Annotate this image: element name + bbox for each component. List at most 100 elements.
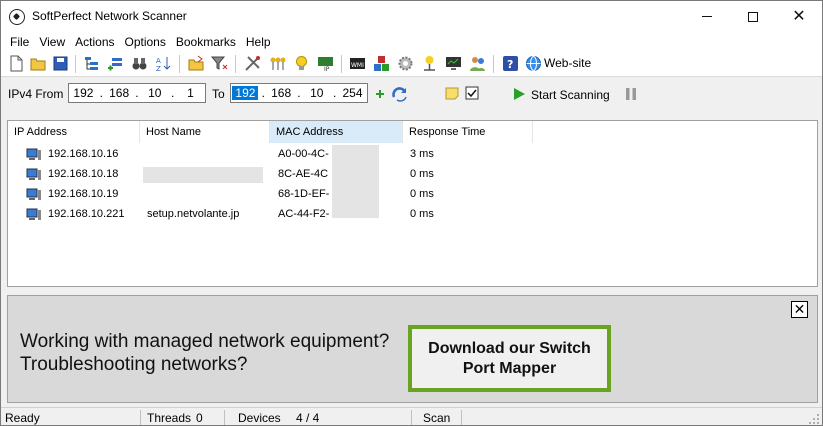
status-ready: Ready — [5, 411, 40, 425]
toolbar-separator — [493, 55, 494, 73]
ad-banner: Working with managed network equipment? … — [7, 295, 818, 403]
ip-from-octet-4[interactable]: 1 — [177, 86, 203, 100]
column-header-response-time[interactable]: Response Time — [403, 121, 533, 143]
response-time-cell: 3 ms — [410, 148, 434, 160]
close-icon: ✕ — [792, 7, 806, 25]
start-play-icon[interactable] — [513, 87, 526, 101]
status-devices-label: Devices — [238, 411, 281, 425]
mac-address-cell: 68-1D-EF- — [278, 188, 330, 200]
push-pins-icon[interactable] — [269, 55, 286, 72]
website-link[interactable]: Web-site — [544, 56, 591, 70]
toolbar-separator — [179, 55, 180, 73]
svg-text:Z: Z — [156, 65, 161, 72]
resize-grip-icon[interactable] — [809, 414, 820, 425]
ipv4-from-label: IPv4 From — [8, 87, 64, 101]
response-time-cell: 0 ms — [410, 188, 434, 200]
ip-address-cell: 192.168.10.19 — [48, 188, 119, 200]
minimize-icon — [702, 16, 712, 17]
ip-to-input[interactable]: 192. 168. 10. 254 — [230, 83, 368, 103]
checkbox-icon[interactable] — [465, 86, 479, 100]
column-header-ip-address[interactable]: IP Address — [8, 121, 140, 143]
new-file-icon[interactable] — [8, 55, 25, 72]
computer-icon — [26, 188, 41, 200]
minimize-button[interactable] — [684, 1, 730, 32]
ip-to-octet-3[interactable]: 10 — [304, 86, 330, 100]
svg-text:IP: IP — [324, 66, 330, 72]
help-icon[interactable]: ? — [502, 55, 519, 72]
app-window: SoftPerfect Network Scanner ✕ File View … — [0, 0, 823, 426]
monitor-graph-icon[interactable] — [445, 55, 462, 72]
ip-to-octet-2[interactable]: 168 — [268, 86, 294, 100]
settings-gear-icon[interactable] — [397, 55, 414, 72]
users-icon[interactable] — [469, 55, 486, 72]
table-row[interactable]: 192.168.10.18 8C-AE-4C 0 ms — [8, 165, 817, 185]
ip-address-cell: 192.168.10.16 — [48, 148, 119, 160]
maximize-button[interactable] — [730, 1, 776, 32]
pause-icon[interactable] — [625, 87, 637, 101]
computer-icon — [26, 148, 41, 160]
results-table[interactable]: IP Address Host Name MAC Address Respons… — [7, 120, 818, 287]
redacted-mac-suffix — [332, 145, 379, 218]
ip-chip-icon[interactable]: IP — [317, 55, 334, 72]
list-add-icon[interactable] — [107, 55, 124, 72]
soccer-ball-app-icon — [9, 9, 25, 25]
tree-view-icon[interactable] — [83, 55, 100, 72]
host-name-cell: setup.netvolante.jp — [147, 208, 240, 220]
ip-from-octet-2[interactable]: 168 — [106, 86, 132, 100]
folder-export-icon[interactable] — [188, 55, 205, 72]
menu-options[interactable]: Options — [120, 35, 171, 49]
download-switch-port-mapper-button[interactable]: Download our Switch Port Mapper — [408, 325, 611, 392]
svg-text:?: ? — [507, 58, 513, 71]
mac-address-cell: 8C-AE-4C — [278, 168, 329, 180]
blocks-icon[interactable] — [373, 55, 390, 72]
toolbar-separator — [341, 55, 342, 73]
menu-actions[interactable]: Actions — [70, 35, 119, 49]
menu-file[interactable]: File — [5, 35, 34, 49]
filter-icon[interactable] — [211, 55, 228, 72]
menu-help[interactable]: Help — [241, 35, 276, 49]
wmi-icon[interactable]: WMI — [349, 55, 366, 72]
table-row[interactable]: 192.168.10.16 A0-00-4C- 3 ms — [8, 145, 817, 165]
column-header-mac-address[interactable]: MAC Address — [270, 121, 403, 143]
ip-to-octet-1[interactable]: 192 — [232, 86, 259, 100]
ip-from-input[interactable]: 192. 168. 10. 1 — [68, 83, 206, 103]
tools-icon[interactable] — [244, 55, 261, 72]
svg-text:A: A — [156, 57, 161, 65]
status-scan: Scan — [423, 411, 451, 425]
response-time-cell: 0 ms — [410, 168, 434, 180]
response-time-cell: 0 ms — [410, 208, 434, 220]
menu-bookmarks[interactable]: Bookmarks — [171, 35, 241, 49]
ip-to-octet-4[interactable]: 254 — [339, 86, 365, 100]
window-title: SoftPerfect Network Scanner — [32, 9, 187, 23]
sticky-note-icon[interactable] — [445, 87, 459, 100]
redacted-host-name — [143, 167, 263, 183]
status-bar: Ready Threads 0 Devices 4 / 4 Scan — [1, 407, 822, 425]
menu-view[interactable]: View — [34, 35, 70, 49]
column-header-host-name[interactable]: Host Name — [140, 121, 270, 143]
network-lamp-icon[interactable] — [421, 55, 438, 72]
binoculars-icon[interactable] — [131, 55, 148, 72]
close-button[interactable]: ✕ — [776, 1, 822, 32]
lightbulb-icon[interactable] — [293, 55, 310, 72]
ip-address-cell: 192.168.10.221 — [48, 208, 125, 220]
ip-from-octet-3[interactable]: 10 — [142, 86, 168, 100]
sort-az-icon[interactable]: AZ — [155, 55, 172, 72]
globe-icon[interactable] — [525, 55, 542, 72]
save-icon[interactable] — [52, 55, 69, 72]
ip-from-octet-1[interactable]: 192 — [70, 86, 96, 100]
auto-detect-range-icon[interactable] — [391, 85, 409, 103]
start-scanning-button[interactable]: Start Scanning — [531, 88, 610, 102]
add-range-icon[interactable] — [375, 89, 385, 99]
ipv4-to-label: To — [212, 87, 225, 101]
title-bar: SoftPerfect Network Scanner ✕ — [1, 1, 822, 32]
ad-close-button[interactable]: ✕ — [791, 301, 808, 318]
mac-address-cell: A0-00-4C- — [278, 148, 329, 160]
toolbar-separator — [235, 55, 236, 73]
ad-text: Working with managed network equipment? … — [20, 331, 390, 375]
table-row[interactable]: 192.168.10.221 setup.netvolante.jp AC-44… — [8, 205, 817, 225]
status-devices-value: 4 / 4 — [296, 411, 320, 425]
mac-address-cell: AC-44-F2- — [278, 208, 330, 220]
computer-icon — [26, 208, 41, 220]
table-row[interactable]: 192.168.10.19 68-1D-EF- 0 ms — [8, 185, 817, 205]
open-folder-icon[interactable] — [30, 55, 47, 72]
